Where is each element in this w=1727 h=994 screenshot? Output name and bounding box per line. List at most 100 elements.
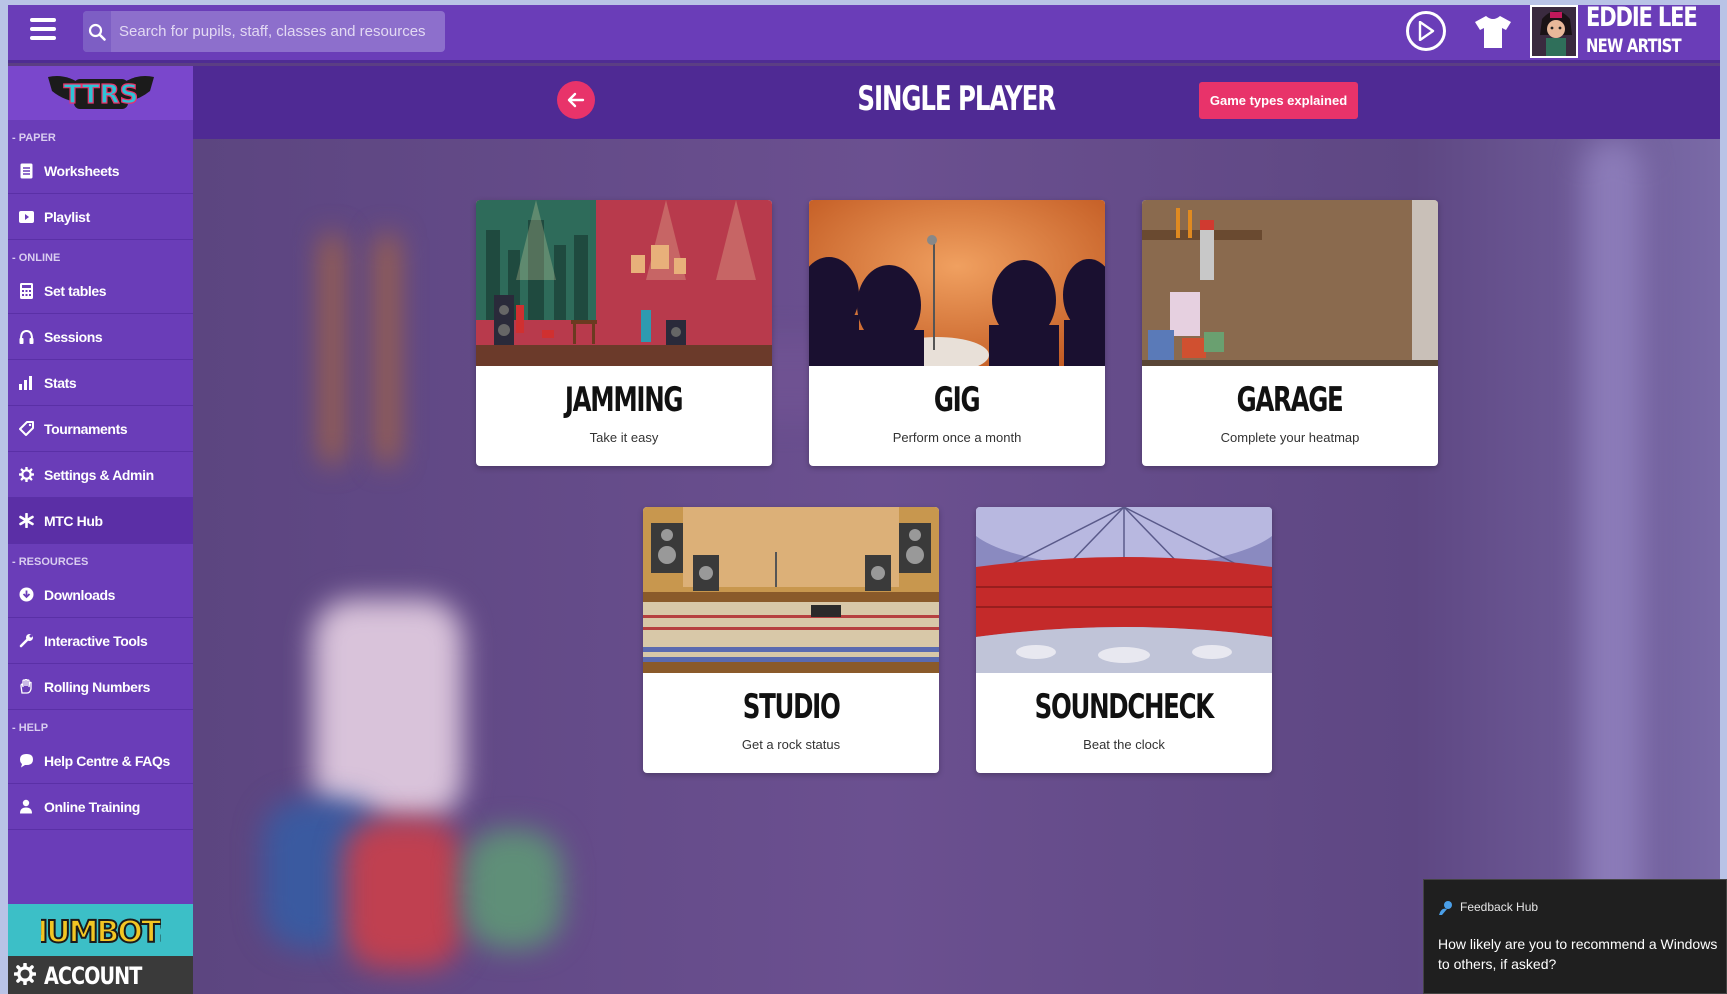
- game-card-studio[interactable]: STUDIO Get a rock status: [643, 507, 939, 773]
- sidebar-item-label: Downloads: [44, 586, 116, 603]
- blur-shape: [1583, 139, 1643, 994]
- top-bar: EDDIE LEE NEW ARTIST: [8, 5, 1720, 63]
- sidebar-item-label: Set tables: [44, 282, 107, 299]
- game-card-jamming[interactable]: JAMMING Take it easy: [476, 200, 772, 466]
- jamming-artwork: [476, 200, 772, 366]
- sidebar-item-set-tables[interactable]: Set tables: [8, 268, 193, 314]
- sidebar-item-label: Rolling Numbers: [44, 678, 151, 695]
- search-icon[interactable]: [83, 11, 111, 52]
- page-title-text: SINGLE PLAYER: [857, 79, 1057, 119]
- game-card-soundcheck[interactable]: SOUNDCHECK Beat the clock: [976, 507, 1272, 773]
- blur-shape: [323, 234, 341, 464]
- search-input[interactable]: [111, 11, 445, 52]
- section-label-help: - HELP: [12, 722, 49, 734]
- user-name: EDDIE LEE: [1586, 5, 1698, 33]
- game-name-text: GIG: [934, 380, 981, 420]
- gear-icon: [18, 467, 34, 483]
- sidebar-item-tournaments[interactable]: Tournaments: [8, 406, 193, 452]
- hand-icon: [18, 679, 34, 695]
- hamburger-menu-icon[interactable]: [30, 18, 56, 44]
- feedback-hub-icon: [1438, 900, 1454, 916]
- sidebar-item-label: Tournaments: [44, 420, 128, 437]
- sidebar-item-stats[interactable]: Stats: [8, 360, 193, 406]
- game-name: JAMMING: [476, 380, 772, 420]
- sidebar-item-help-centre[interactable]: Help Centre & FAQs: [8, 738, 193, 784]
- blur-shape: [378, 234, 396, 464]
- sidebar-item-downloads[interactable]: Downloads: [8, 572, 193, 618]
- logo-text: TTRS: [63, 80, 138, 110]
- blur-shape: [313, 599, 463, 819]
- sidebar-item-settings-admin[interactable]: Settings & Admin: [8, 452, 193, 498]
- sidebar: TTRS - PAPER Worksheets Playlist - ONLIN…: [8, 66, 193, 994]
- sidebar-item-label: Online Training: [44, 798, 140, 815]
- app-window: EDDIE LEE NEW ARTIST TTRS - PAPER Worksh…: [8, 5, 1720, 994]
- sidebar-item-rolling-numbers[interactable]: Rolling Numbers: [8, 664, 193, 710]
- numbots-text: NUMBOTS: [41, 915, 161, 950]
- game-desc: Perform once a month: [892, 430, 1022, 445]
- game-name-text: JAMMING: [565, 380, 684, 420]
- game-name-text: STUDIO: [742, 687, 841, 727]
- tag-icon: [18, 421, 34, 437]
- ttrs-logo[interactable]: TTRS: [8, 66, 193, 120]
- notification-app-name: Feedback Hub: [1460, 900, 1539, 914]
- studio-artwork: [643, 507, 939, 673]
- user-rank: NEW ARTIST: [1586, 35, 1682, 57]
- sidebar-item-label: Stats: [44, 374, 77, 391]
- download-icon: [18, 587, 34, 603]
- calculator-icon: [18, 282, 34, 299]
- search-bar: [83, 11, 445, 52]
- notification-message: How likely are you to recommend a Window…: [1438, 934, 1727, 974]
- asterisk-icon: [18, 513, 34, 529]
- garage-artwork: [1142, 200, 1438, 366]
- t-shirt-icon[interactable]: [1473, 13, 1513, 51]
- account-button[interactable]: ACCOUNT: [8, 956, 193, 994]
- game-desc: Take it easy: [589, 430, 659, 445]
- blur-shape: [343, 819, 463, 969]
- game-desc: Beat the clock: [1083, 737, 1165, 752]
- sidebar-item-label: Worksheets: [44, 162, 120, 179]
- sidebar-item-interactive-tools[interactable]: Interactive Tools: [8, 618, 193, 664]
- sidebar-item-label: Interactive Tools: [44, 632, 148, 649]
- game-name-text: GARAGE: [1237, 380, 1344, 420]
- blur-shape: [463, 829, 563, 949]
- sidebar-item-online-training[interactable]: Online Training: [8, 784, 193, 830]
- play-icon: [18, 209, 34, 225]
- game-name: SOUNDCHECK: [976, 687, 1272, 727]
- notification-line-2: to others, if asked?: [1438, 956, 1557, 972]
- sidebar-item-sessions[interactable]: Sessions: [8, 314, 193, 360]
- section-label-resources: - RESOURCES: [12, 556, 89, 568]
- notification-line-1: How likely are you to recommend a Window…: [1438, 936, 1718, 952]
- chat-bubble-icon: [18, 753, 34, 769]
- sidebar-item-worksheets[interactable]: Worksheets: [8, 148, 193, 194]
- game-name: GIG: [809, 380, 1105, 420]
- account-label: ACCOUNT: [44, 962, 142, 990]
- sidebar-item-label: Playlist: [44, 208, 90, 225]
- game-desc: Get a rock status: [741, 737, 841, 752]
- gear-icon: [13, 961, 37, 990]
- sidebar-item-label: MTC Hub: [44, 512, 103, 529]
- page-title: SINGLE PLAYER: [193, 79, 1720, 119]
- bar-chart-icon: [18, 375, 34, 391]
- game-name: STUDIO: [643, 687, 939, 727]
- numbots-logo[interactable]: NUMBOTS: [8, 904, 193, 956]
- game-types-button[interactable]: Game types explained: [1199, 82, 1358, 119]
- headphones-icon: [18, 329, 34, 345]
- section-label-paper: - PAPER: [12, 132, 56, 144]
- game-card-garage[interactable]: GARAGE Complete your heatmap: [1142, 200, 1438, 466]
- gig-artwork: [809, 200, 1105, 366]
- sidebar-item-mtc-hub[interactable]: MTC Hub: [8, 498, 193, 544]
- game-desc: Complete your heatmap: [1220, 430, 1360, 445]
- person-icon: [18, 799, 34, 815]
- wrench-icon: [18, 633, 34, 649]
- feedback-hub-notification[interactable]: Feedback Hub How likely are you to recom…: [1423, 879, 1727, 994]
- game-name: GARAGE: [1142, 380, 1438, 420]
- sidebar-item-label: Help Centre & FAQs: [44, 752, 170, 769]
- game-name-text: SOUNDCHECK: [1034, 687, 1215, 727]
- sidebar-item-label: Settings & Admin: [44, 466, 154, 483]
- sidebar-item-label: Sessions: [44, 328, 103, 345]
- sidebar-item-playlist[interactable]: Playlist: [8, 194, 193, 240]
- play-icon[interactable]: [1406, 11, 1446, 51]
- avatar[interactable]: [1530, 5, 1578, 58]
- document-icon: [18, 163, 34, 179]
- game-card-gig[interactable]: GIG Perform once a month: [809, 200, 1105, 466]
